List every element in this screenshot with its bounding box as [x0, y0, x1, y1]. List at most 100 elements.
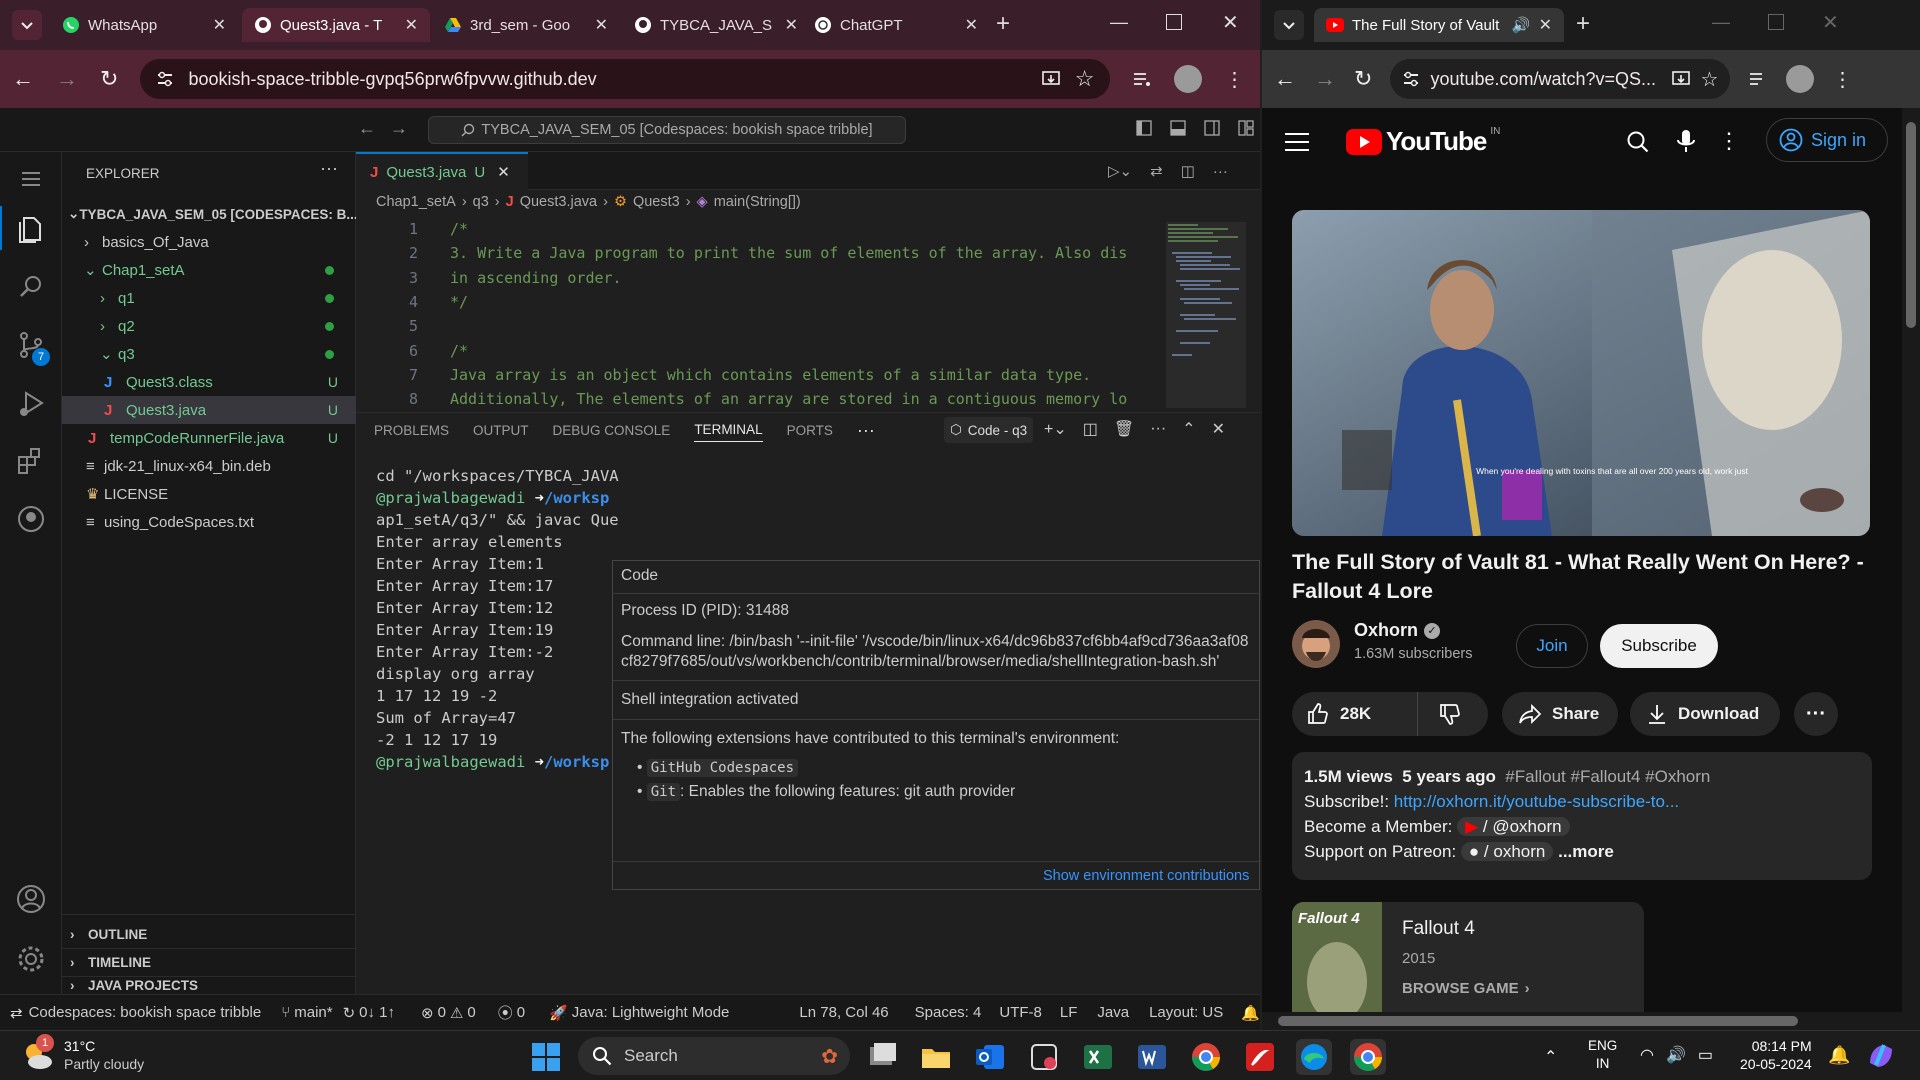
breadcrumb-item[interactable]: main(String[]) — [714, 194, 801, 210]
back-arrow-icon[interactable]: ← — [12, 66, 34, 92]
more-icon[interactable]: ··· — [1150, 420, 1166, 438]
breadcrumb-item[interactable]: q3 — [473, 194, 489, 210]
hamburger-menu-icon[interactable] — [1284, 132, 1310, 155]
snipping-tool-icon[interactable] — [1026, 1039, 1062, 1075]
channel-avatar[interactable] — [1292, 620, 1340, 668]
close-icon[interactable]: ✕ — [405, 15, 418, 35]
back-arrow-icon[interactable]: ← — [1274, 66, 1296, 92]
split-terminal-icon[interactable]: ◫ — [1083, 419, 1098, 439]
horizontal-scrollbar[interactable] — [1262, 1012, 1920, 1030]
tab-youtube[interactable]: The Full Story of Vault 81 - V 🔊 ✕ — [1314, 8, 1564, 42]
more-tabs-icon[interactable]: ··· — [857, 420, 875, 441]
speaker-icon[interactable]: 🔊 — [1512, 16, 1531, 34]
clock[interactable]: 08:14 PM 20-05-2024 — [1740, 1037, 1812, 1073]
show-env-contributions-link[interactable]: Show environment contributions — [1043, 868, 1249, 884]
section-java-projects[interactable]: › JAVA PROJECTS — [62, 976, 356, 994]
tree-item-jdk-deb[interactable]: ≡ jdk-21_linux-x64_bin.deb — [62, 452, 356, 480]
kebab-menu-icon[interactable]: ⋮ — [1832, 67, 1852, 92]
window-close-button[interactable]: ✕ — [1222, 10, 1239, 35]
tab-debug-console[interactable]: DEBUG CONSOLE — [553, 423, 671, 438]
close-panel-icon[interactable]: ✕ — [1212, 419, 1225, 439]
close-icon[interactable]: ✕ — [213, 15, 226, 35]
microphone-icon[interactable] — [1676, 128, 1696, 159]
tree-item-quest3-java[interactable]: J Quest3.java U — [62, 396, 356, 424]
outlook-icon[interactable] — [972, 1039, 1008, 1075]
share-button[interactable]: Share — [1502, 692, 1618, 736]
nav-forward-icon[interactable]: → — [390, 118, 408, 139]
media-controls-icon[interactable] — [1748, 69, 1768, 89]
download-button[interactable]: Download — [1630, 692, 1780, 736]
github-icon[interactable] — [14, 502, 48, 536]
reload-icon[interactable]: ↻ — [1354, 66, 1372, 92]
java-status[interactable]: 🚀 Java: Lightweight Mode — [549, 1004, 729, 1022]
tab-ports[interactable]: PORTS — [787, 423, 833, 438]
patreon-chip[interactable]: ● / oxhorn — [1460, 842, 1554, 861]
chevron-up-icon[interactable]: ⌃ — [1544, 1047, 1557, 1067]
excel-icon[interactable] — [1080, 1039, 1116, 1075]
minimize-button[interactable]: — — [1712, 12, 1730, 33]
editor-tab-quest3[interactable]: J Quest3.java U ✕ — [356, 152, 528, 190]
copilot-icon[interactable] — [1866, 1041, 1896, 1074]
chrome-icon[interactable] — [1188, 1039, 1224, 1075]
sign-in-button[interactable]: Sign in — [1766, 118, 1888, 162]
tab-problems[interactable]: PROBLEMS — [374, 423, 449, 438]
subscribe-link[interactable]: http://oxhorn.it/youtube-subscribe-to... — [1394, 792, 1679, 811]
tab-chatgpt[interactable]: ChatGPT ✕ — [802, 8, 990, 42]
system-tray[interactable]: ◠ 🔊 ▭ — [1640, 1045, 1713, 1065]
branch-indicator[interactable]: ⑂ main* — [281, 1004, 332, 1021]
scrollbar-thumb[interactable] — [1906, 122, 1916, 328]
task-view-icon[interactable] — [864, 1039, 900, 1075]
site-settings-icon[interactable] — [1402, 70, 1420, 88]
bookmark-star-icon[interactable]: ☆ — [1075, 66, 1095, 92]
new-tab-button[interactable]: + — [996, 10, 1010, 38]
install-app-icon[interactable] — [1671, 69, 1691, 89]
language-mode[interactable]: Java — [1097, 1004, 1129, 1021]
description-box[interactable]: 1.5M views 5 years ago #Fallout #Fallout… — [1292, 752, 1872, 880]
more-link[interactable]: ...more — [1558, 842, 1614, 861]
weather-widget[interactable]: 1 31°C Partly cloudy — [20, 1034, 144, 1073]
problems-indicator[interactable]: ⊗ 0 ⚠ 0 — [421, 1004, 476, 1022]
toggle-secondary-sidebar-icon[interactable] — [1204, 120, 1220, 136]
new-terminal-icon[interactable]: +⌄ — [1044, 419, 1067, 439]
video-player[interactable]: When you're dealing with toxins that are… — [1292, 210, 1870, 536]
breadcrumb-item[interactable]: Quest3.java — [520, 194, 597, 210]
address-bar[interactable]: youtube.com/watch?v=QS... ☆ — [1390, 59, 1731, 99]
tab-terminal[interactable]: TERMINAL — [694, 422, 763, 442]
tab-search-button[interactable] — [1274, 10, 1304, 40]
cursor-position[interactable]: Ln 78, Col 46 — [799, 1004, 888, 1021]
accounts-icon[interactable] — [14, 882, 48, 916]
encoding[interactable]: UTF-8 — [999, 1004, 1042, 1021]
search-icon[interactable] — [1626, 130, 1650, 157]
hashtags[interactable]: #Fallout #Fallout4 #Oxhorn — [1505, 767, 1710, 786]
new-tab-button[interactable]: + — [1576, 10, 1590, 38]
acrobat-icon[interactable] — [1242, 1039, 1278, 1075]
forward-arrow-icon[interactable]: → — [1314, 66, 1336, 92]
bookmark-star-icon[interactable]: ☆ — [1701, 67, 1719, 92]
taskbar-search[interactable]: Search ✿ — [578, 1037, 850, 1075]
edge-icon[interactable] — [1296, 1039, 1332, 1075]
language-indicator[interactable]: ENG IN — [1588, 1037, 1617, 1073]
notification-bell-icon[interactable]: 🔔 — [1828, 1045, 1850, 1066]
bell-icon[interactable]: 🔔 — [1241, 1004, 1260, 1022]
minimize-button[interactable]: — — [1110, 12, 1128, 33]
member-chip[interactable]: ▶ / @oxhorn — [1457, 817, 1570, 836]
tree-item-q1[interactable]: › q1 — [62, 284, 356, 312]
command-center[interactable]: TYBCA_JAVA_SEM_05 [Codespaces: bookish s… — [428, 116, 906, 144]
end-of-line[interactable]: LF — [1060, 1004, 1078, 1021]
menu-icon[interactable] — [14, 162, 48, 196]
maximize-button[interactable] — [1768, 14, 1784, 30]
tab-search-button[interactable] — [12, 10, 42, 40]
toggle-panel-icon[interactable] — [1170, 120, 1186, 136]
ports-indicator[interactable]: ⦿ 0 — [498, 1002, 525, 1023]
compare-icon[interactable]: ⇄ — [1150, 162, 1163, 180]
tree-item-q3[interactable]: ⌄ q3 — [62, 340, 356, 368]
browse-game-link[interactable]: BROWSE GAME › — [1402, 980, 1530, 997]
section-outline[interactable]: › OUTLINE — [62, 920, 356, 948]
tree-item-q2[interactable]: › q2 — [62, 312, 356, 340]
tab-quest3[interactable]: Quest3.java - T ✕ — [242, 8, 430, 42]
vertical-scrollbar[interactable] — [1902, 108, 1920, 1016]
install-app-icon[interactable] — [1041, 69, 1061, 89]
code-editor[interactable]: 1 /* 2 3. Write a Java program to print the… — [356, 220, 1168, 412]
tab-tybca-repo[interactable]: TYBCA_JAVA_S ✕ — [622, 8, 810, 42]
scrollbar-thumb[interactable] — [1278, 1016, 1798, 1026]
